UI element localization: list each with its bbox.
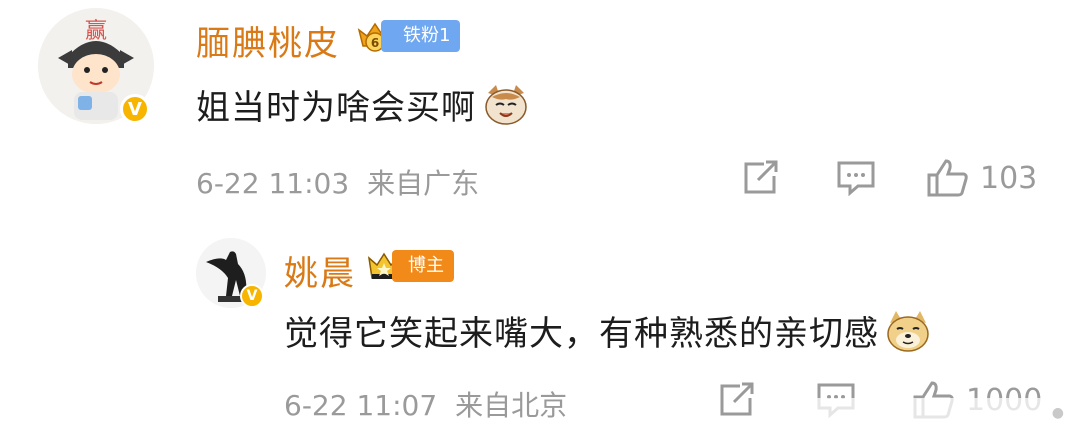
share-icon [720, 382, 754, 416]
comment-location: 来自广东 [367, 167, 480, 200]
doge-emoji-icon [885, 309, 931, 362]
share-button[interactable] [718, 382, 758, 418]
commenter-username[interactable]: 腼腆桃皮 [196, 16, 340, 65]
like-count: 103 [980, 160, 1038, 196]
owner-badge-label: 博主 [392, 250, 454, 282]
cat-emoji-icon [482, 83, 530, 136]
reply-meta: 6-22 11:07 来自北京 [284, 384, 567, 424]
reply-username[interactable]: 姚晨 [284, 246, 356, 295]
fan-badge[interactable]: 6 铁粉1 [355, 16, 461, 56]
thumbs-up-icon [927, 159, 968, 197]
fan-level-number: 6 [371, 36, 379, 50]
watermark-icon: ● [1051, 405, 1064, 421]
verified-badge-icon: V [120, 94, 150, 124]
comment-content: 姐当时为啥会买啊 [196, 80, 530, 136]
verified-badge-icon: V [240, 284, 264, 308]
comment-time: 6-22 11:03 [196, 167, 350, 200]
watermark-overlay: ● [770, 398, 1070, 428]
avatar-text: 赢 [85, 19, 107, 44]
reply-text: 觉得它笑起来嘴大，有种熟悉的亲切感 [284, 314, 879, 354]
reply-button[interactable] [836, 160, 876, 196]
reply-time: 6-22 11:07 [284, 389, 438, 422]
comment-meta: 6-22 11:03 来自广东 [196, 162, 479, 202]
fan-badge-label: 铁粉1 [381, 20, 461, 52]
owner-badge: 博主 [366, 246, 454, 286]
comment-icon [837, 161, 875, 196]
share-icon [744, 160, 778, 194]
reply-location: 来自北京 [455, 389, 568, 422]
share-button[interactable] [742, 160, 782, 196]
reply-content: 觉得它笑起来嘴大，有种熟悉的亲切感 [284, 306, 931, 362]
like-button[interactable]: 103 [926, 158, 1037, 198]
comment-text: 姐当时为啥会买啊 [196, 88, 476, 128]
